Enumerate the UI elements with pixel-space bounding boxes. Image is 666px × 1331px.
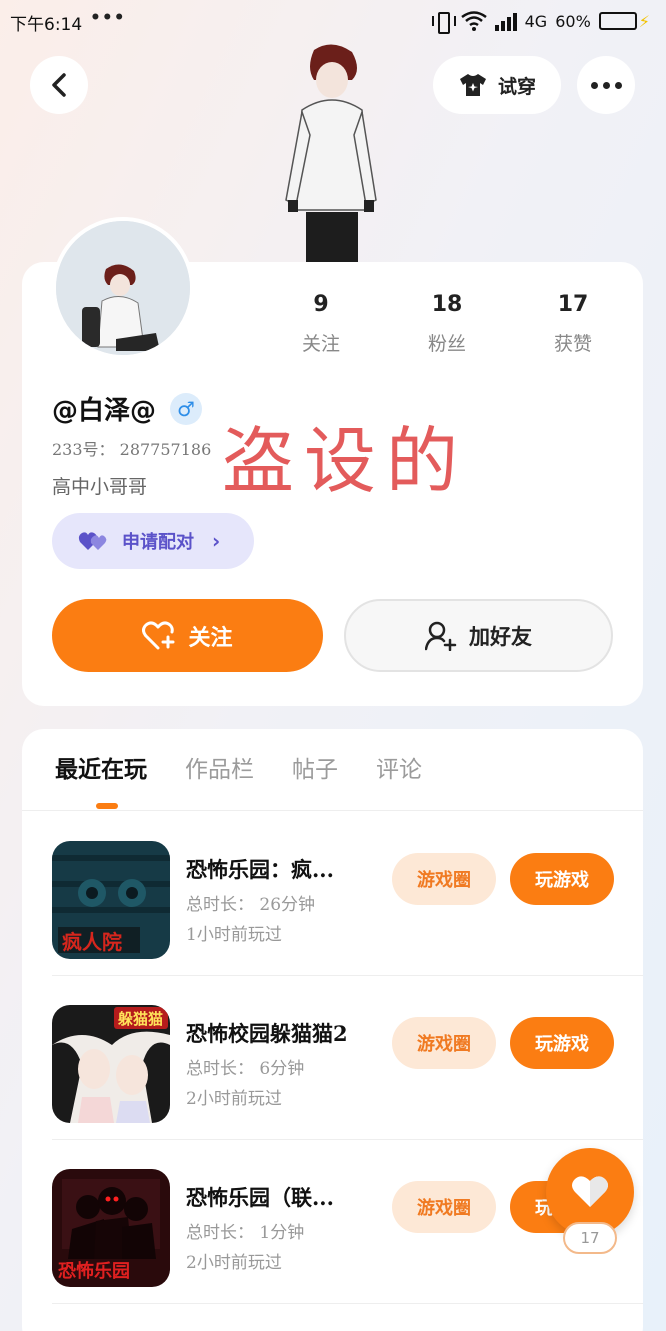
- male-icon: ♂: [170, 392, 203, 425]
- game-title: 恐怖乐园：疯...: [186, 857, 334, 882]
- game-row[interactable]: 躲猫猫 恐怖校园躲猫猫2 总时长： 6分钟 2小时前玩过 游戏圈 玩游戏: [22, 976, 643, 1140]
- battery-icon: [598, 12, 637, 30]
- profile-tabs: 最近在玩 作品栏 帖子 评论: [55, 750, 422, 784]
- network-type: 4G: [524, 11, 548, 31]
- game-circle-button[interactable]: 游戏圈: [392, 853, 496, 905]
- stat-value: 9: [313, 292, 329, 317]
- more-button[interactable]: [577, 56, 635, 114]
- stat-likes[interactable]: 17 获赞: [510, 292, 636, 356]
- game-duration: 总时长： 6分钟: [186, 1059, 305, 1079]
- divider: [22, 810, 643, 811]
- game-title: 恐怖乐园（联...: [186, 1185, 334, 1210]
- tab-posts[interactable]: 帖子: [292, 750, 338, 784]
- game-last-played: 2小时前玩过: [186, 1253, 282, 1273]
- stat-value: 17: [557, 292, 589, 317]
- status-time: 下午6:14: [10, 15, 83, 35]
- chevron-right-icon: ›: [212, 529, 221, 553]
- try-on-label: 试穿: [497, 75, 536, 98]
- character-figure: [272, 40, 392, 265]
- request-pair-label: 申请配对: [122, 532, 194, 553]
- stat-value: 18: [431, 292, 463, 317]
- stat-following[interactable]: 9 关注: [258, 292, 384, 356]
- active-tab-indicator: [96, 803, 118, 809]
- vibrate-icon: [431, 10, 456, 34]
- double-heart-icon: [78, 532, 107, 550]
- wifi-icon: [460, 11, 487, 31]
- notification-dots: •••: [90, 8, 126, 28]
- game-last-played: 2小时前玩过: [186, 1089, 282, 1109]
- request-pair-button[interactable]: 申请配对 ›: [52, 513, 254, 569]
- charging-icon: ⚡: [638, 11, 650, 31]
- game-last-played: 1小时前玩过: [186, 925, 282, 945]
- game-row[interactable]: 恐怖乐园 恐怖乐园（联... 总时长： 1分钟 2小时前玩过 游戏圈 玩游戏: [22, 1140, 643, 1304]
- battery-percent: 60%: [555, 11, 591, 31]
- play-game-button[interactable]: 玩游戏: [510, 853, 614, 905]
- game-duration: 总时长： 26分钟: [186, 895, 316, 915]
- tab-recently-played[interactable]: 最近在玩: [55, 750, 147, 784]
- add-user-icon: [425, 621, 457, 651]
- game-icon[interactable]: 躲猫猫: [52, 1005, 170, 1123]
- heart-icon: [572, 1176, 608, 1207]
- stat-label: 获赞: [553, 333, 592, 355]
- user-id-label: 233号：: [52, 440, 115, 459]
- game-title: 恐怖校园躲猫猫2: [186, 1021, 348, 1046]
- game-icon[interactable]: 恐怖乐园: [52, 1169, 170, 1287]
- game-icon-text: 疯人院: [62, 930, 122, 954]
- user-id-value: 287757186: [119, 440, 212, 459]
- back-button[interactable]: [30, 56, 88, 114]
- divider: [52, 1303, 643, 1304]
- more-icon: [590, 81, 622, 89]
- follow-label: 关注: [188, 625, 233, 651]
- add-friend-label: 加好友: [469, 624, 532, 649]
- stat-label: 粉丝: [427, 333, 466, 355]
- heart-plus-icon: [142, 620, 175, 649]
- game-duration: 总时长： 1分钟: [186, 1223, 305, 1243]
- chevron-left-icon: [52, 73, 66, 97]
- profile-stats: 9 关注 18 粉丝 17 获赞: [258, 292, 636, 356]
- like-count-badge: 17: [563, 1222, 617, 1254]
- game-circle-button[interactable]: 游戏圈: [392, 1017, 496, 1069]
- nickname: @白泽@: [52, 396, 157, 426]
- bio: 高中小哥哥: [52, 476, 148, 498]
- tshirt-icon: [459, 74, 486, 96]
- stat-followers[interactable]: 18 粉丝: [384, 292, 510, 356]
- add-friend-button[interactable]: 加好友: [344, 599, 613, 672]
- game-icon-text: 恐怖乐园: [58, 1260, 130, 1282]
- tab-comments[interactable]: 评论: [376, 750, 422, 784]
- user-id: 233号： 287757186: [52, 436, 211, 460]
- avatar[interactable]: [52, 217, 194, 359]
- play-game-button[interactable]: 玩游戏: [510, 1017, 614, 1069]
- game-circle-button[interactable]: 游戏圈: [392, 1181, 496, 1233]
- status-icons: 4G 60% ⚡: [431, 8, 650, 34]
- game-icon-text: 躲猫猫: [118, 1010, 163, 1028]
- follow-button[interactable]: 关注: [52, 599, 323, 672]
- stat-label: 关注: [301, 333, 340, 355]
- try-on-button[interactable]: 试穿: [433, 56, 561, 114]
- signal-icon: [494, 11, 517, 31]
- tab-works[interactable]: 作品栏: [185, 750, 254, 784]
- status-bar: 下午6:14 ••• 4G 60% ⚡: [0, 0, 666, 44]
- game-icon[interactable]: 疯人院: [52, 841, 170, 959]
- overlay-watermark: 盗设的: [222, 419, 469, 503]
- nickname-row: @白泽@ ♂: [52, 390, 203, 427]
- game-row[interactable]: 疯人院 恐怖乐园：疯... 总时长： 26分钟 1小时前玩过 游戏圈 玩游戏: [22, 812, 643, 976]
